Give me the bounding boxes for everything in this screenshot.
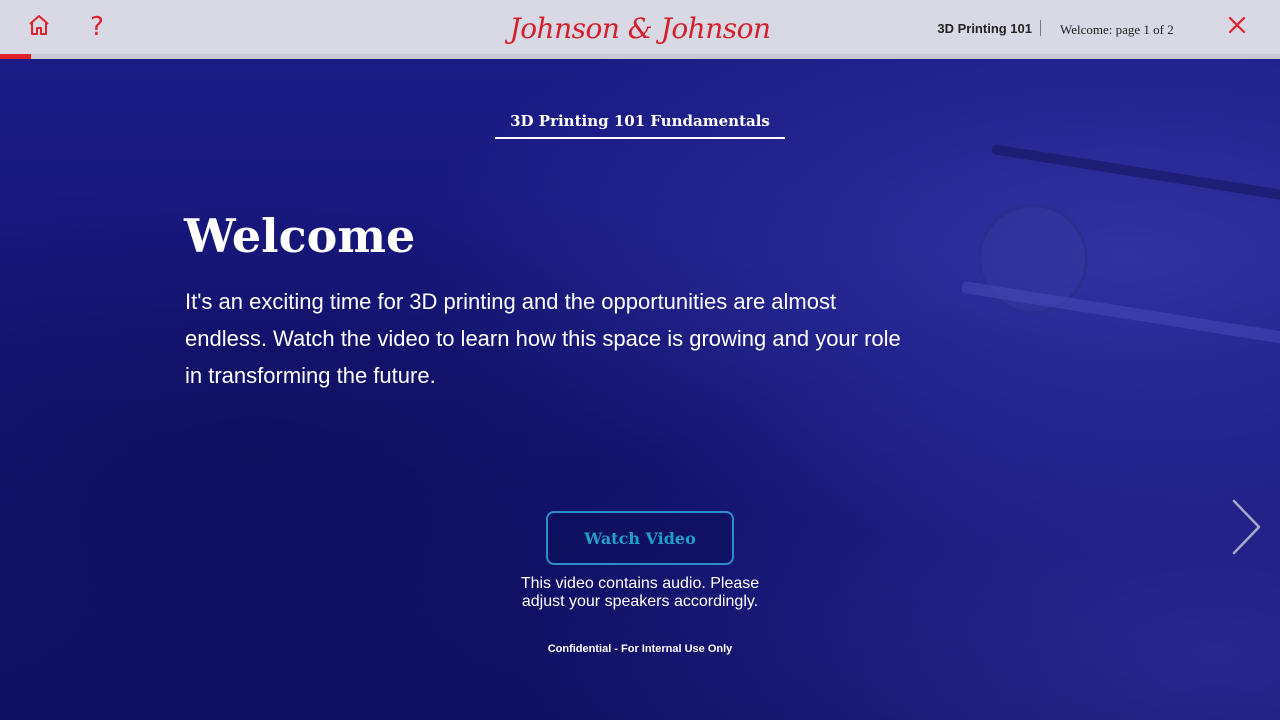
brand-logo: Johnson & Johnson <box>509 11 771 45</box>
chevron-right-icon <box>1229 498 1263 561</box>
help-icon: ? <box>90 12 104 42</box>
audio-notice: This video contains audio. Please adjust… <box>520 575 760 610</box>
confidential-notice: Confidential - For Internal Use Only <box>547 643 733 655</box>
close-button[interactable] <box>1224 14 1250 40</box>
background-printer-rail <box>961 280 1280 350</box>
home-icon <box>27 13 51 42</box>
background-printer-bar <box>991 144 1280 204</box>
course-title: 3D Printing 101 Fundamentals <box>495 112 785 139</box>
watch-video-button[interactable]: Watch Video <box>546 511 734 565</box>
welcome-slide: 3D Printing 101 Fundamentals Welcome It'… <box>0 59 1280 720</box>
course-name: 3D Printing 101 <box>937 21 1032 36</box>
next-page-button[interactable] <box>1226 499 1266 559</box>
page-indicator: Welcome: page 1 of 2 <box>1060 22 1174 37</box>
top-bar: ? Johnson & Johnson 3D Printing 101 Welc… <box>0 0 1280 59</box>
help-button[interactable]: ? <box>82 10 112 44</box>
close-icon <box>1228 16 1246 39</box>
home-button[interactable] <box>24 10 54 44</box>
course-player: ? Johnson & Johnson 3D Printing 101 Welc… <box>0 0 1280 720</box>
header-divider <box>1040 20 1041 36</box>
intro-text: It's an exciting time for 3D printing an… <box>185 289 901 388</box>
page-title: Welcome <box>184 209 416 263</box>
